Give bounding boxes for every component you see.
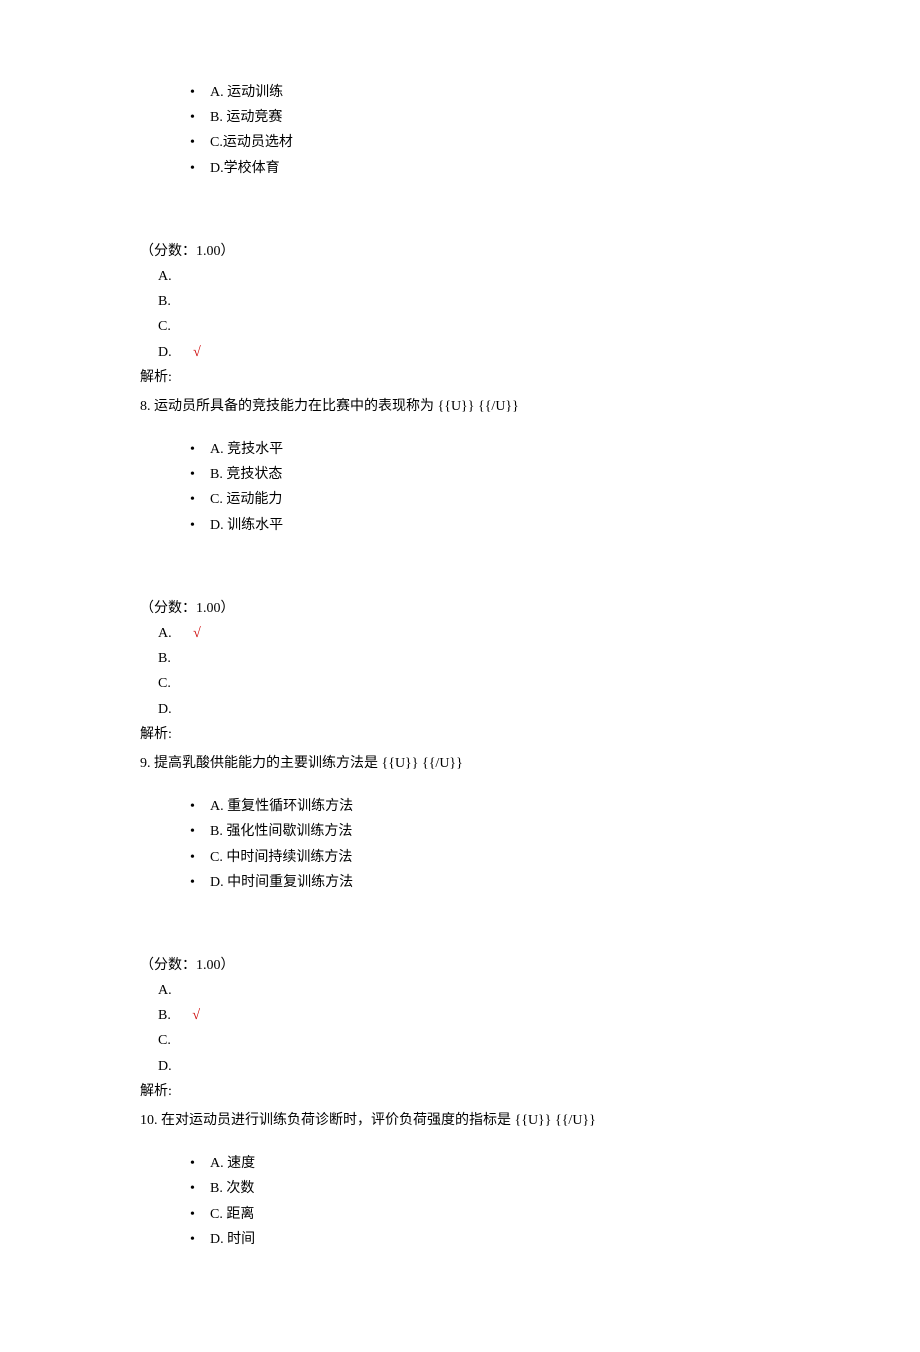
correct-mark-icon: √ <box>193 626 201 641</box>
list-item: A. 竞技水平 <box>190 437 780 462</box>
list-item: D. 中时间重复训练方法 <box>190 870 780 895</box>
q9-answer-a: A. <box>140 978 780 1003</box>
list-item: C. 距离 <box>190 1202 780 1227</box>
q8-analysis: 解析: <box>140 722 780 747</box>
list-item: C. 运动能力 <box>190 487 780 512</box>
list-item: A. 运动训练 <box>190 80 780 105</box>
list-item: C. 中时间持续训练方法 <box>190 845 780 870</box>
q9-answer-b: B. √ <box>140 1003 780 1028</box>
q7-options: A. 运动训练 B. 运动竞赛 C.运动员选材 D.学校体育 <box>140 80 780 181</box>
list-item: B. 竞技状态 <box>190 462 780 487</box>
correct-mark-icon: √ <box>193 345 201 360</box>
q8-answer-d: D. <box>140 697 780 722</box>
q8-answer-b: B. <box>140 646 780 671</box>
list-item: D. 训练水平 <box>190 513 780 538</box>
q10-stem: 10. 在对运动员进行训练负荷诊断时，评价负荷强度的指标是 {{U}} {{/U… <box>140 1108 780 1133</box>
list-item: B. 次数 <box>190 1176 780 1201</box>
correct-mark-icon: √ <box>192 1008 200 1023</box>
q9-stem: 9. 提高乳酸供能能力的主要训练方法是 {{U}} {{/U}} <box>140 751 780 776</box>
list-item: D. 时间 <box>190 1227 780 1252</box>
list-item: B. 运动竞赛 <box>190 105 780 130</box>
q9-answer-d: D. <box>140 1054 780 1079</box>
answer-label: B. <box>158 1008 171 1023</box>
list-item: C.运动员选材 <box>190 130 780 155</box>
q9-options: A. 重复性循环训练方法 B. 强化性间歇训练方法 C. 中时间持续训练方法 D… <box>140 794 780 895</box>
q7-analysis: 解析: <box>140 365 780 390</box>
q7-answer-a: A. <box>140 264 780 289</box>
list-item: B. 强化性间歇训练方法 <box>190 819 780 844</box>
list-item: A. 速度 <box>190 1151 780 1176</box>
list-item: D.学校体育 <box>190 156 780 181</box>
list-item: A. 重复性循环训练方法 <box>190 794 780 819</box>
q9-analysis: 解析: <box>140 1079 780 1104</box>
q7-answer-c: C. <box>140 314 780 339</box>
q7-answer-d: D. √ <box>140 340 780 365</box>
q8-answer-c: C. <box>140 671 780 696</box>
q7-answer-b: B. <box>140 289 780 314</box>
q9-answer-c: C. <box>140 1028 780 1053</box>
q10-options: A. 速度 B. 次数 C. 距离 D. 时间 <box>140 1151 780 1252</box>
q8-options: A. 竞技水平 B. 竞技状态 C. 运动能力 D. 训练水平 <box>140 437 780 538</box>
answer-label: A. <box>158 626 172 641</box>
answer-label: D. <box>158 345 172 360</box>
q8-score: （分数：1.00） <box>140 596 780 621</box>
q9-score: （分数：1.00） <box>140 953 780 978</box>
q8-answer-a: A. √ <box>140 621 780 646</box>
q7-score: （分数：1.00） <box>140 239 780 264</box>
q8-stem: 8. 运动员所具备的竞技能力在比赛中的表现称为 {{U}} {{/U}} <box>140 394 780 419</box>
